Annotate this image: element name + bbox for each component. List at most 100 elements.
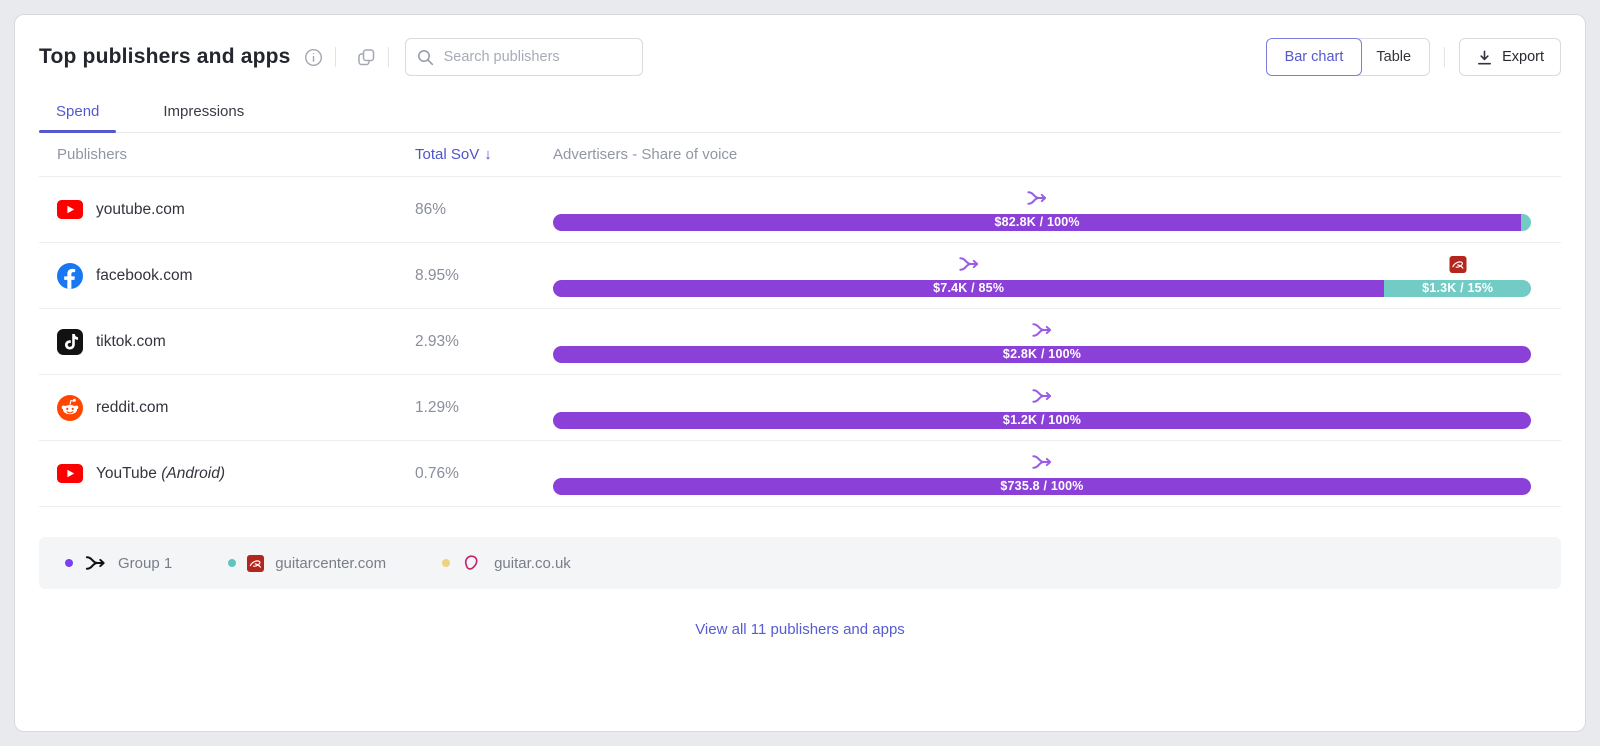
sov-bar-segment-group1[interactable]: $7.4K / 85% [553,280,1384,297]
publisher-name: reddit.com [96,399,168,417]
metric-tabs: Spend Impressions [39,91,1561,133]
share-of-voice-cell: $7.4K / 85%$1.3K / 15% [553,255,1557,297]
youtube-favicon [57,200,83,219]
table-row[interactable]: YouTube (Android) 0.76% $735.8 / 100% [39,441,1561,507]
group-merge-icon [84,555,107,571]
tab-impressions[interactable]: Impressions [146,91,261,132]
search-box [405,38,643,76]
share-of-voice-bar-wrap: $735.8 / 100% [553,453,1531,495]
publisher-name-suffix: (Android) [157,465,225,482]
group-merge-icon [1031,388,1054,404]
column-header-total-sov[interactable]: Total SoV ↓ [415,146,553,163]
legend-label: Group 1 [118,555,172,572]
publisher-cell: YouTube (Android) [57,464,415,483]
sov-bar-segment-guitarcenter[interactable]: $1.3K / 15% [1384,280,1531,297]
sov-bar: $2.8K / 100% [553,346,1531,363]
tiktok-favicon [57,329,83,355]
publisher-name-text: YouTube [96,465,157,482]
segment-value-label: $2.8K / 100% [553,346,1531,363]
youtube-favicon [57,464,83,483]
share-of-voice-cell: $1.2K / 100% [553,387,1557,429]
total-sov-value: 1.29% [415,399,553,417]
publisher-rows: youtube.com 86% $82.8K / 100% facebook.c… [39,177,1561,507]
segment-value-label: $1.3K / 15% [1384,280,1531,297]
publisher-name: YouTube (Android) [96,465,225,483]
table-toggle-button[interactable]: Table [1358,38,1430,76]
export-button-label: Export [1502,49,1544,65]
column-header-publishers: Publishers [57,146,415,163]
sov-bar: $735.8 / 100% [553,478,1531,495]
total-sov-value: 8.95% [415,267,553,285]
share-of-voice-bar-wrap: $2.8K / 100% [553,321,1531,363]
chart-legend: Group 1 guitarcenter.com guitar.co.uk [39,537,1561,589]
legend-label: guitarcenter.com [275,555,386,572]
segment-value-label: $1.2K / 100% [553,412,1531,429]
sort-descending-icon: ↓ [484,146,492,163]
header-divider [335,47,336,67]
publisher-name-text: facebook.com [96,267,193,284]
legend-label: guitar.co.uk [494,555,571,572]
publisher-name: tiktok.com [96,333,166,351]
total-sov-value: 0.76% [415,465,553,483]
share-of-voice-cell: $2.8K / 100% [553,321,1557,363]
guitar-pick-icon [461,552,483,574]
sov-bar: $7.4K / 85%$1.3K / 15% [553,280,1531,297]
segment-value-label: $735.8 / 100% [553,478,1531,495]
reddit-favicon [57,395,83,421]
card-header: Top publishers and apps [39,37,1561,77]
facebook-favicon [57,263,83,289]
table-row[interactable]: reddit.com 1.29% $1.2K / 100% [39,375,1561,441]
segment-value-label: $7.4K / 85% [553,280,1384,297]
publisher-cell: facebook.com [57,263,415,289]
legend-item[interactable]: guitarcenter.com [228,555,386,572]
legend-item[interactable]: guitar.co.uk [442,552,571,574]
sov-bar-segment-group1[interactable]: $82.8K / 100% [553,214,1521,231]
sov-bar-segment-group1[interactable]: $1.2K / 100% [553,412,1531,429]
sov-bar: $1.2K / 100% [553,412,1531,429]
search-icon [417,49,434,71]
header-divider [1444,47,1445,67]
guitarcenter-favicon [247,555,264,572]
header-divider [388,47,389,67]
publisher-name-text: youtube.com [96,201,185,218]
column-header-advertisers: Advertisers - Share of voice [553,146,1557,163]
bar-chart-toggle-button[interactable]: Bar chart [1266,38,1363,76]
sov-bar-segment-group1[interactable]: $735.8 / 100% [553,478,1531,495]
share-of-voice-bar-wrap: $1.2K / 100% [553,387,1531,429]
header-actions: Bar chart Table Export [1266,38,1561,76]
page-title: Top publishers and apps [39,45,291,69]
table-row[interactable]: youtube.com 86% $82.8K / 100% [39,177,1561,243]
segment-value-label: $82.8K / 100% [553,214,1521,231]
group-merge-icon [1026,190,1049,206]
sov-bar-segment-guitarcenter[interactable] [1521,214,1531,231]
share-of-voice-bar-wrap: $82.8K / 100% [553,189,1531,231]
tab-spend[interactable]: Spend [39,91,116,132]
download-icon [1476,49,1493,66]
export-button[interactable]: Export [1459,38,1561,76]
top-publishers-card: Top publishers and apps [14,14,1586,732]
share-of-voice-bar-wrap: $7.4K / 85%$1.3K / 15% [553,255,1531,297]
publisher-cell: youtube.com [57,200,415,219]
group-merge-icon [1031,322,1054,338]
table-row[interactable]: tiktok.com 2.93% $2.8K / 100% [39,309,1561,375]
publisher-cell: reddit.com [57,395,415,421]
total-sov-value: 2.93% [415,333,553,351]
group-merge-icon [957,256,980,272]
legend-item[interactable]: Group 1 [65,555,172,572]
publisher-name-text: reddit.com [96,399,168,416]
sov-bar-segment-group1[interactable]: $2.8K / 100% [553,346,1531,363]
sov-bar: $82.8K / 100% [553,214,1531,231]
legend-dot [65,559,73,567]
view-all-link[interactable]: View all 11 publishers and apps [695,621,905,638]
info-icon[interactable] [301,44,327,70]
share-of-voice-cell: $735.8 / 100% [553,453,1557,495]
group-merge-icon [1031,454,1054,470]
search-input[interactable] [405,38,643,76]
table-header-row: Publishers Total SoV ↓ Advertisers - Sha… [39,133,1561,177]
share-of-voice-cell: $82.8K / 100% [553,189,1557,231]
copy-widget-icon[interactable] [354,44,380,70]
guitarcenter-favicon [1449,256,1466,273]
publisher-cell: tiktok.com [57,329,415,355]
card-footer: View all 11 publishers and apps [39,621,1561,638]
table-row[interactable]: facebook.com 8.95% $7.4K / 85%$1.3K / 15… [39,243,1561,309]
